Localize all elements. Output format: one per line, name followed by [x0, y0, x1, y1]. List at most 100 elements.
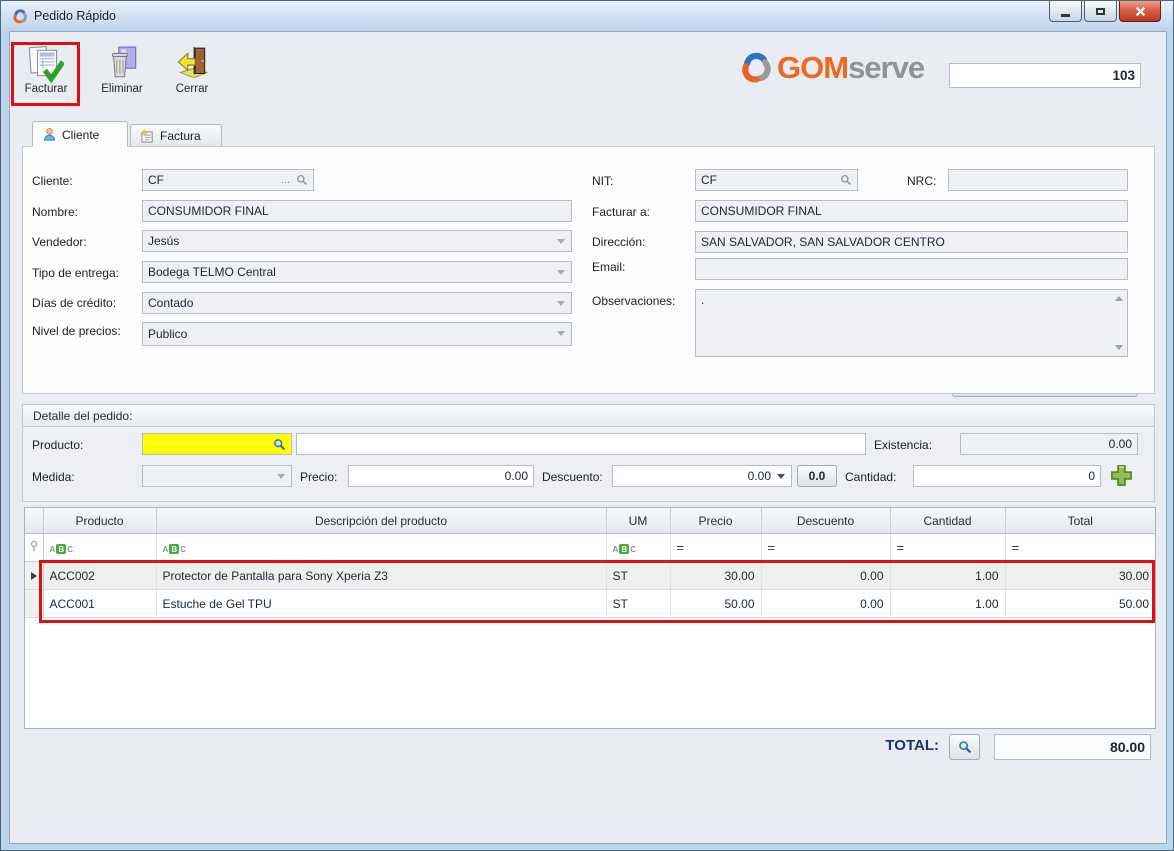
col-cantidad[interactable]: Cantidad: [890, 508, 1005, 534]
col-descripcion[interactable]: Descripción del producto: [156, 508, 606, 534]
equals-filter-icon: =: [897, 540, 905, 555]
grid-indicator-header: [25, 508, 43, 534]
producto-label: Producto:: [32, 438, 83, 452]
tipo-entrega-select[interactable]: Bodega TELMO Central: [142, 261, 572, 283]
producto-search-field[interactable]: [142, 433, 292, 455]
cell-cantidad[interactable]: 1.00: [890, 590, 1005, 618]
dias-credito-select[interactable]: Contado: [142, 292, 572, 314]
existencia-field: 0.00: [960, 433, 1138, 455]
col-descuento[interactable]: Descuento: [761, 508, 890, 534]
cell-cantidad[interactable]: 1.00: [890, 562, 1005, 590]
close-button[interactable]: [1119, 1, 1161, 22]
document-number-field[interactable]: 103: [949, 63, 1141, 88]
facturar-button[interactable]: Facturar: [15, 45, 77, 95]
nit-search-icon[interactable]: [840, 174, 852, 186]
nivel-precios-select[interactable]: Publico: [142, 322, 572, 346]
col-total[interactable]: Total: [1005, 508, 1155, 534]
precio-label: Precio:: [300, 470, 337, 484]
current-row-indicator-icon: [25, 562, 43, 590]
facturar-a-label: Facturar a:: [592, 205, 650, 219]
cell-total[interactable]: 50.00: [1005, 590, 1155, 618]
add-item-button[interactable]: [1108, 462, 1135, 489]
total-label: TOTAL:: [845, 737, 939, 754]
col-precio[interactable]: Precio: [670, 508, 761, 534]
dias-credito-dropdown-icon[interactable]: [557, 301, 565, 306]
vendedor-dropdown-icon[interactable]: [557, 239, 565, 244]
nivel-precios-value: Publico: [148, 327, 187, 341]
filter-precio[interactable]: =: [670, 534, 761, 562]
col-producto[interactable]: Producto: [43, 508, 156, 534]
tipo-entrega-value: Bodega TELMO Central: [148, 265, 276, 279]
cerrar-button[interactable]: Cerrar: [162, 45, 222, 95]
cell-um[interactable]: ST: [606, 562, 670, 590]
descuento-dropdown-icon[interactable]: [777, 474, 785, 479]
cliente-label: Cliente:: [32, 174, 73, 188]
filter-descuento[interactable]: =: [761, 534, 890, 562]
producto-descripcion-field[interactable]: [296, 433, 866, 455]
precio-field[interactable]: 0.00: [348, 465, 534, 487]
logo-text-gom: GOM: [777, 50, 848, 86]
nombre-field[interactable]: CONSUMIDOR FINAL: [142, 200, 572, 222]
nrc-field[interactable]: [948, 169, 1128, 191]
observaciones-field[interactable]: .: [695, 289, 1128, 357]
nombre-label: Nombre:: [32, 205, 78, 219]
tipo-entrega-dropdown-icon[interactable]: [557, 270, 565, 275]
cell-descripcion[interactable]: Protector de Pantalla para Sony Xperia Z…: [156, 562, 606, 590]
nivel-precios-dropdown-icon[interactable]: [557, 331, 565, 336]
maximize-button[interactable]: [1084, 1, 1117, 22]
grid-row-acc002[interactable]: ACC002 Protector de Pantalla para Sony X…: [25, 562, 1155, 590]
tab-cliente-label: Cliente: [62, 128, 99, 142]
producto-search-icon[interactable]: [273, 438, 286, 451]
cliente-search-icon[interactable]: [296, 174, 308, 186]
cell-descuento[interactable]: 0.00: [761, 590, 890, 618]
tab-cliente[interactable]: Cliente: [32, 121, 128, 147]
email-field[interactable]: [695, 258, 1128, 280]
detalle-pedido-header: Detalle del pedido:: [22, 404, 1155, 427]
nivel-precios-label: Nivel de precios:: [32, 324, 121, 338]
tab-factura[interactable]: Factura: [130, 124, 222, 147]
titlebar[interactable]: Pedido Rápido: [1, 1, 1173, 31]
grid-row-acc001[interactable]: ACC001 Estuche de Gel TPU ST 50.00 0.00 …: [25, 590, 1155, 618]
facturar-a-field[interactable]: CONSUMIDOR FINAL: [695, 200, 1128, 222]
total-search-button[interactable]: [949, 734, 980, 760]
cell-producto[interactable]: ACC002: [43, 562, 156, 590]
invoice-doc-icon: [140, 129, 155, 144]
logo-text-serve: serve: [848, 50, 924, 86]
medida-select[interactable]: [142, 465, 292, 487]
filter-descripcion[interactable]: ABC: [156, 534, 606, 562]
window-content: Facturar Eliminar Cerrar: [9, 31, 1167, 844]
nit-field[interactable]: CF: [695, 169, 858, 191]
descuento-label: Descuento:: [542, 470, 603, 484]
filter-um[interactable]: ABC: [606, 534, 670, 562]
vendedor-select[interactable]: Jesús: [142, 230, 572, 252]
equals-filter-icon: =: [677, 540, 685, 555]
cell-descuento[interactable]: 0.00: [761, 562, 890, 590]
vendedor-label: Vendedor:: [32, 235, 87, 249]
eliminar-button[interactable]: Eliminar: [91, 45, 153, 95]
cell-precio[interactable]: 30.00: [670, 562, 761, 590]
cell-descripcion[interactable]: Estuche de Gel TPU: [156, 590, 606, 618]
cerrar-label: Cerrar: [176, 83, 209, 95]
minimize-button[interactable]: [1049, 1, 1082, 22]
observaciones-scroll-down-icon[interactable]: [1115, 345, 1123, 350]
direccion-field[interactable]: SAN SALVADOR, SAN SALVADOR CENTRO: [695, 231, 1128, 253]
cliente-field[interactable]: CF ...: [142, 169, 314, 191]
facturar-label: Facturar: [25, 83, 68, 95]
cliente-value: CF: [148, 173, 164, 187]
filter-cantidad[interactable]: =: [890, 534, 1005, 562]
filter-total[interactable]: =: [1005, 534, 1155, 562]
cliente-ellipsis-button[interactable]: ...: [281, 174, 290, 186]
col-um[interactable]: UM: [606, 508, 670, 534]
medida-dropdown-icon[interactable]: [277, 474, 285, 479]
descuento-pct-button[interactable]: 0.0: [797, 465, 837, 487]
cantidad-field[interactable]: 0: [913, 465, 1101, 487]
filter-producto[interactable]: ABC: [43, 534, 156, 562]
detalle-pedido-title: Detalle del pedido:: [33, 409, 132, 423]
cell-precio[interactable]: 50.00: [670, 590, 761, 618]
cell-total[interactable]: 30.00: [1005, 562, 1155, 590]
observaciones-scroll-up-icon[interactable]: [1115, 296, 1123, 301]
observaciones-label: Observaciones:: [592, 294, 675, 308]
descuento-field[interactable]: 0.00: [612, 465, 792, 487]
cell-producto[interactable]: ACC001: [43, 590, 156, 618]
cell-um[interactable]: ST: [606, 590, 670, 618]
